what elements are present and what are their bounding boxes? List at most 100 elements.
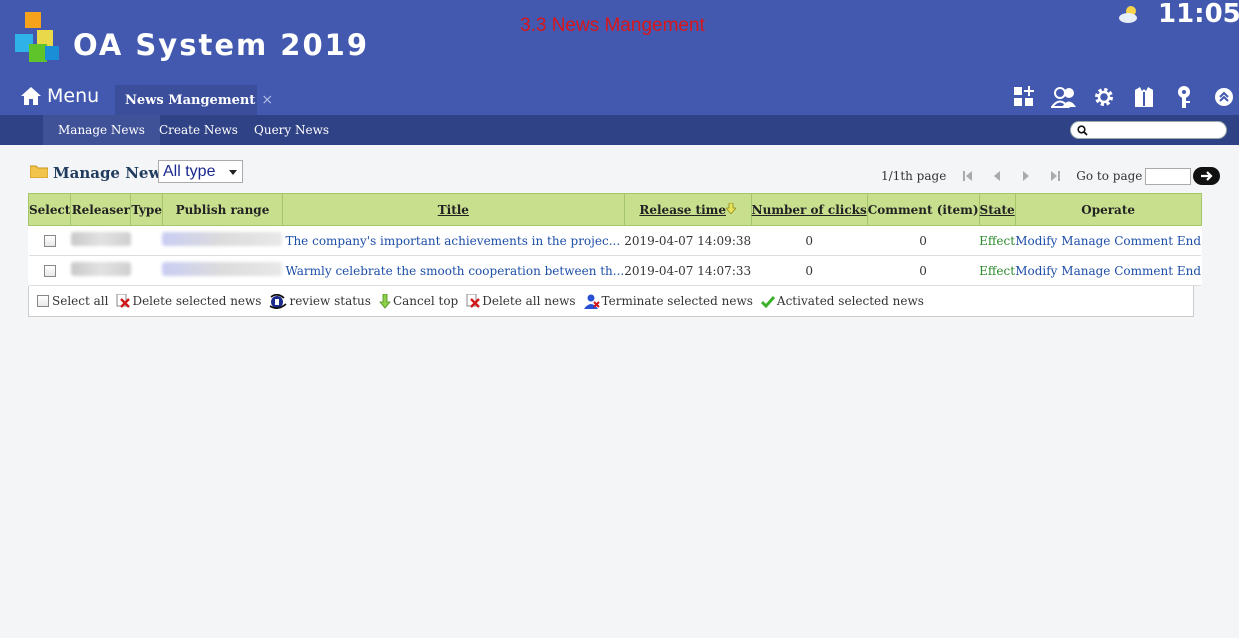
cancel-top-label: Cancel top bbox=[392, 294, 459, 308]
apps-add-icon[interactable] bbox=[1010, 85, 1037, 109]
last-page-icon[interactable] bbox=[1047, 170, 1062, 182]
col-operate: Operate bbox=[1014, 193, 1202, 226]
delete-doc-icon bbox=[116, 294, 131, 308]
first-page-icon[interactable] bbox=[960, 170, 975, 182]
table-row: Warmly celebrate the smooth cooperation … bbox=[28, 255, 1202, 286]
publish-range-redacted bbox=[162, 232, 283, 246]
release-time-cell: 2019-04-07 14:09:38 bbox=[624, 225, 752, 256]
arrow-right-icon bbox=[1200, 171, 1213, 181]
user-terminate-icon bbox=[583, 294, 600, 309]
clicks-cell: 0 bbox=[751, 225, 868, 256]
comments-cell: 0 bbox=[867, 255, 980, 286]
col-clicks[interactable]: Number of clicks bbox=[750, 193, 868, 226]
chevron-down-icon bbox=[229, 170, 237, 175]
sort-down-icon bbox=[725, 202, 737, 215]
news-title-link[interactable]: Warmly celebrate the smooth cooperation … bbox=[282, 255, 625, 286]
goto-label: Go to page bbox=[1076, 169, 1143, 183]
type-cell bbox=[130, 255, 163, 286]
operate-cell: Modify Manage Comment End bbox=[1015, 225, 1202, 256]
menu-button[interactable]: Menu bbox=[20, 83, 99, 109]
publish-range-redacted bbox=[162, 262, 283, 276]
releaser-redacted bbox=[70, 262, 131, 276]
col-comments: Comment (item) bbox=[866, 193, 980, 226]
search-input[interactable] bbox=[1092, 123, 1222, 137]
gear-icon[interactable] bbox=[1090, 85, 1117, 109]
tab-label: News Mangement bbox=[125, 92, 256, 108]
bulk-actions-bar: Select all Delete selected news review s… bbox=[28, 286, 1194, 317]
type-cell bbox=[130, 225, 163, 256]
review-status-button[interactable]: review status bbox=[269, 293, 371, 309]
delete-all-button[interactable]: Delete all news bbox=[466, 294, 576, 308]
manage-link[interactable]: Manage bbox=[1061, 234, 1110, 248]
review-status-icon bbox=[269, 293, 288, 309]
state-cell: Effect bbox=[979, 225, 1016, 256]
col-release-time[interactable]: Release time bbox=[623, 193, 752, 226]
goto-page-input[interactable] bbox=[1145, 167, 1192, 185]
activate-selected-label: Activated selected news bbox=[776, 294, 924, 308]
delete-all-label: Delete all news bbox=[482, 294, 576, 308]
col-state[interactable]: State bbox=[978, 193, 1016, 226]
comment-link[interactable]: Comment bbox=[1114, 234, 1173, 248]
app-header: OA System 2019 3.3 News Mangement 11:05 … bbox=[0, 0, 1239, 115]
col-title[interactable]: Title bbox=[281, 193, 625, 226]
delete-selected-button[interactable]: Delete selected news bbox=[116, 294, 261, 308]
subnav-manage-news[interactable]: Manage News bbox=[43, 115, 160, 145]
pager: 1/1th page Go to page bbox=[881, 166, 1221, 186]
table-row: The company's important achievements in … bbox=[28, 225, 1202, 256]
release-time-cell: 2019-04-07 14:07:33 bbox=[624, 255, 752, 286]
type-filter-value: All type bbox=[163, 163, 216, 180]
news-title-link[interactable]: The company's important achievements in … bbox=[282, 225, 625, 256]
next-page-icon[interactable] bbox=[1018, 170, 1033, 182]
row-checkbox[interactable] bbox=[43, 235, 56, 247]
end-link[interactable]: End bbox=[1177, 264, 1201, 278]
key-icon[interactable] bbox=[1170, 85, 1197, 109]
page-annotation: 3.3 News Mangement bbox=[520, 15, 705, 36]
comment-link[interactable]: Comment bbox=[1114, 264, 1173, 278]
type-filter-select[interactable]: All type bbox=[158, 160, 243, 183]
comments-cell: 0 bbox=[867, 225, 980, 256]
modify-link[interactable]: Modify bbox=[1015, 264, 1057, 278]
tab-news-management[interactable]: News Mangement × bbox=[115, 85, 273, 115]
arrow-down-icon bbox=[379, 293, 391, 309]
activate-selected-button[interactable]: Activated selected news bbox=[760, 294, 924, 308]
subnav-query-news[interactable]: Query News bbox=[239, 115, 344, 145]
checkbox-icon bbox=[37, 295, 49, 307]
collapse-up-icon[interactable] bbox=[1210, 85, 1237, 109]
search-icon bbox=[1077, 124, 1088, 136]
weather-icon bbox=[1119, 6, 1137, 23]
page-info: 1/1th page bbox=[881, 169, 947, 183]
prev-page-icon[interactable] bbox=[989, 170, 1004, 182]
search-box bbox=[1070, 121, 1227, 139]
review-status-label: review status bbox=[289, 294, 371, 308]
terminate-selected-label: Terminate selected news bbox=[601, 294, 753, 308]
manage-link[interactable]: Manage bbox=[1061, 264, 1110, 278]
tab-close-icon[interactable]: × bbox=[261, 92, 273, 108]
delete-selected-label: Delete selected news bbox=[132, 294, 262, 308]
delete-all-icon bbox=[466, 294, 481, 308]
col-releaser: Releaser bbox=[70, 193, 132, 226]
subnav-create-news[interactable]: Create News bbox=[144, 115, 253, 145]
users-icon[interactable] bbox=[1050, 85, 1077, 109]
modify-link[interactable]: Modify bbox=[1015, 234, 1057, 248]
clicks-cell: 0 bbox=[751, 255, 868, 286]
content-header: Manage News All type 1/1th page Go to pa… bbox=[30, 158, 1221, 188]
cancel-top-button[interactable]: Cancel top bbox=[379, 293, 459, 309]
page-title: Manage News bbox=[53, 164, 170, 182]
col-release-time-label: Release time bbox=[639, 202, 726, 217]
end-link[interactable]: End bbox=[1177, 234, 1201, 248]
clock: 11:05 bbox=[1158, 0, 1239, 29]
home-icon bbox=[21, 87, 41, 105]
table-header-row: Select Releaser Type Publish range Title… bbox=[27, 193, 1202, 226]
select-all-checkbox[interactable]: Select all bbox=[37, 294, 108, 308]
select-all-label: Select all bbox=[52, 294, 109, 308]
state-cell: Effect bbox=[979, 255, 1016, 286]
row-checkbox[interactable] bbox=[43, 265, 56, 277]
toolbar bbox=[1010, 85, 1239, 109]
col-publish-range: Publish range bbox=[161, 193, 283, 226]
releaser-redacted bbox=[70, 232, 131, 246]
shirt-icon[interactable] bbox=[1130, 85, 1157, 109]
go-button[interactable] bbox=[1193, 167, 1221, 185]
news-table: Select Releaser Type Publish range Title… bbox=[27, 193, 1202, 286]
col-type: Type bbox=[130, 193, 163, 226]
terminate-selected-button[interactable]: Terminate selected news bbox=[583, 294, 753, 309]
